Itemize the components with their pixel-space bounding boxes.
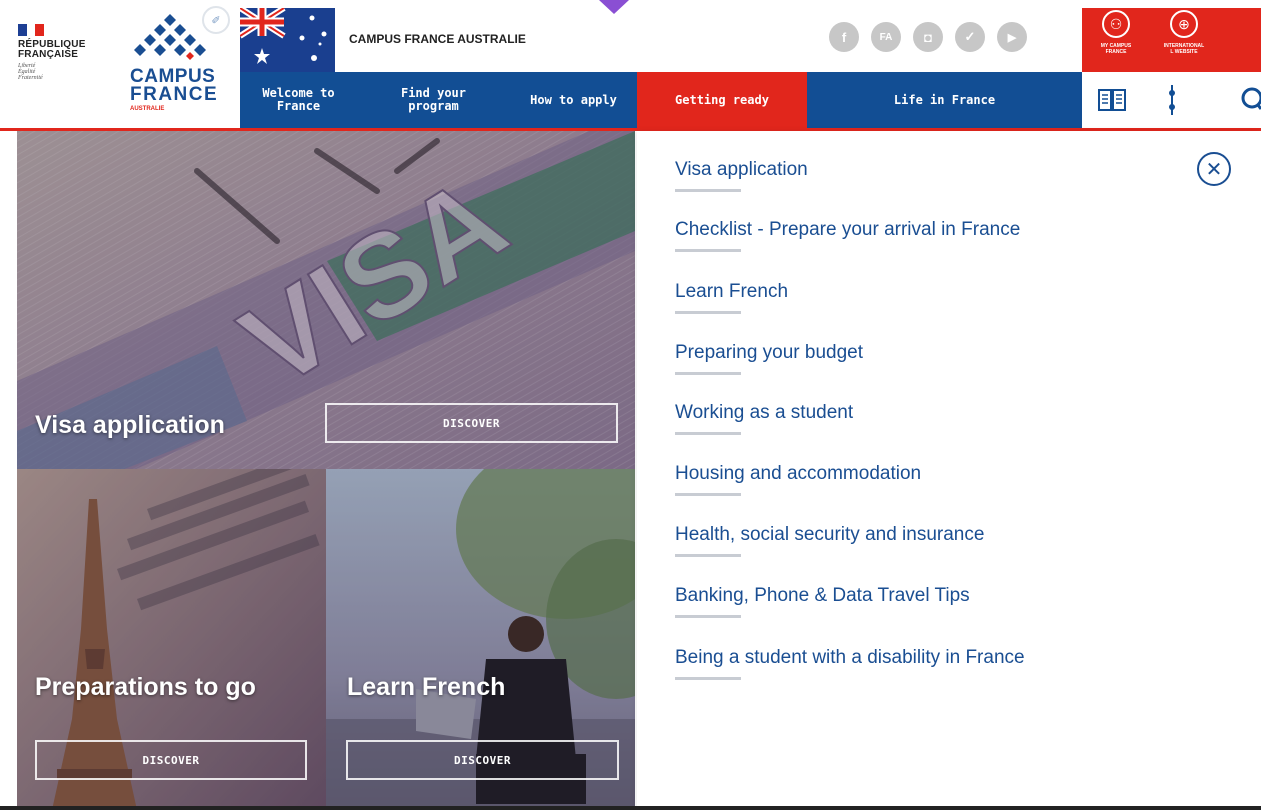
menu-link-label[interactable]: Being a student with a disability in Fra… [675, 647, 1025, 669]
page-indicator-arrow [599, 0, 629, 14]
menu-link-label[interactable]: Visa application [675, 159, 808, 181]
international-website-label: INTERNATIONAL L WEBSITE [1163, 43, 1205, 55]
republique-motto: Liberté Égalité Fraternité [18, 63, 43, 81]
menu-item-learn-french[interactable]: Learn French [675, 281, 788, 314]
menu-item-disability[interactable]: Being a student with a disability in Fra… [675, 647, 1025, 680]
menu-divider [675, 432, 741, 435]
menu-divider [675, 615, 741, 618]
menu-divider [675, 493, 741, 496]
menu-item-checklist[interactable]: Checklist - Prepare your arrival in Fran… [675, 219, 1020, 252]
book-icon[interactable] [1082, 72, 1142, 128]
preparations-to-go-tile[interactable]: Preparations to go DISCOVER [17, 469, 326, 810]
international-website-link[interactable]: ⊕ INTERNATIONAL L WEBSITE [1154, 10, 1214, 70]
nav-life-in-france[interactable]: Life in France [807, 72, 1082, 128]
search-icon[interactable] [1202, 72, 1261, 128]
menu-item-budget[interactable]: Preparing your budget [675, 342, 863, 375]
twitter-icon[interactable]: ✓ [955, 22, 985, 52]
visa-application-title: Visa application [35, 411, 225, 439]
more-icon[interactable] [1142, 72, 1202, 128]
nav-getting-ready[interactable]: Getting ready [637, 72, 807, 136]
user-icon: ⚇ [1102, 10, 1130, 38]
flickr-icon[interactable]: FA [871, 22, 901, 52]
menu-divider [675, 554, 741, 557]
menu-link-label[interactable]: Checklist - Prepare your arrival in Fran… [675, 219, 1020, 241]
learn-french-title: Learn French [347, 673, 506, 701]
facebook-icon[interactable]: f [829, 22, 859, 52]
visa-application-tile[interactable]: VISA Visa application DISCOVER [17, 131, 635, 469]
top-links-bar: ⚇ MY CAMPUS FRANCE ⊕ INTERNATIONAL L WEB… [1082, 8, 1261, 72]
menu-divider [675, 311, 741, 314]
youtube-icon[interactable]: ▶ [997, 22, 1027, 52]
menu-item-health[interactable]: Health, social security and insurance [675, 524, 984, 557]
my-campus-france-label: MY CAMPUS FRANCE [1100, 43, 1132, 55]
globe-icon: ⊕ [1170, 10, 1198, 38]
preparations-to-go-title: Preparations to go [35, 673, 256, 701]
compass-icon: ✐ [202, 6, 230, 34]
close-icon[interactable]: ✕ [1197, 152, 1231, 186]
menu-link-label[interactable]: Housing and accommodation [675, 463, 921, 485]
visa-discover-button[interactable]: DISCOVER [325, 403, 618, 443]
menu-item-working[interactable]: Working as a student [675, 402, 853, 435]
site-title: CAMPUS FRANCE AUSTRALIE [349, 32, 526, 46]
featured-tiles: VISA Visa application DISCOVER Preparati… [17, 131, 635, 810]
france-word: FRANCE [130, 84, 219, 105]
french-flag-mark [18, 24, 45, 36]
nav-welcome-to-france[interactable]: Welcome to France [240, 72, 357, 128]
campus-france-diamonds [134, 14, 206, 60]
social-links: f FA ◘ ✓ ▶ [829, 22, 1027, 52]
preparations-discover-button[interactable]: DISCOVER [35, 740, 307, 780]
bottom-edge [0, 806, 1261, 810]
site-header: RÉPUBLIQUE FRANÇAISE Liberté Égalité Fra… [0, 0, 1261, 136]
menu-link-label[interactable]: Working as a student [675, 402, 853, 424]
nav-find-your-program[interactable]: Find your program [357, 72, 510, 128]
menu-item-visa-application[interactable]: Visa application [675, 159, 808, 192]
australian-flag-icon [240, 8, 335, 72]
menu-link-label[interactable]: Banking, Phone & Data Travel Tips [675, 585, 970, 607]
main-navigation: Welcome to France Find your program How … [240, 72, 1082, 136]
menu-link-label[interactable]: Health, social security and insurance [675, 524, 984, 546]
menu-divider [675, 249, 741, 252]
campus-france-logo[interactable]: CAMPUS FRANCE AUSTRALIE ✐ [118, 6, 236, 124]
my-campus-france-link[interactable]: ⚇ MY CAMPUS FRANCE [1086, 10, 1146, 70]
getting-ready-dropdown: Visa application Checklist - Prepare you… [637, 131, 1261, 810]
menu-link-label[interactable]: Learn French [675, 281, 788, 303]
menu-divider [675, 372, 741, 375]
menu-divider [675, 677, 741, 680]
menu-item-banking[interactable]: Banking, Phone & Data Travel Tips [675, 585, 970, 618]
republique-francaise-logo[interactable]: RÉPUBLIQUE FRANÇAISE Liberté Égalité Fra… [18, 24, 110, 104]
menu-divider [675, 189, 741, 192]
menu-link-label[interactable]: Preparing your budget [675, 342, 863, 364]
republique-name: RÉPUBLIQUE FRANÇAISE [18, 39, 86, 60]
learn-french-tile[interactable]: Learn French DISCOVER [326, 469, 635, 810]
learn-french-discover-button[interactable]: DISCOVER [346, 740, 619, 780]
nav-how-to-apply[interactable]: How to apply [510, 72, 637, 128]
nav-tools [1082, 72, 1261, 128]
australie-word: AUSTRALIE [130, 106, 165, 112]
menu-item-housing[interactable]: Housing and accommodation [675, 463, 921, 496]
instagram-icon[interactable]: ◘ [913, 22, 943, 52]
